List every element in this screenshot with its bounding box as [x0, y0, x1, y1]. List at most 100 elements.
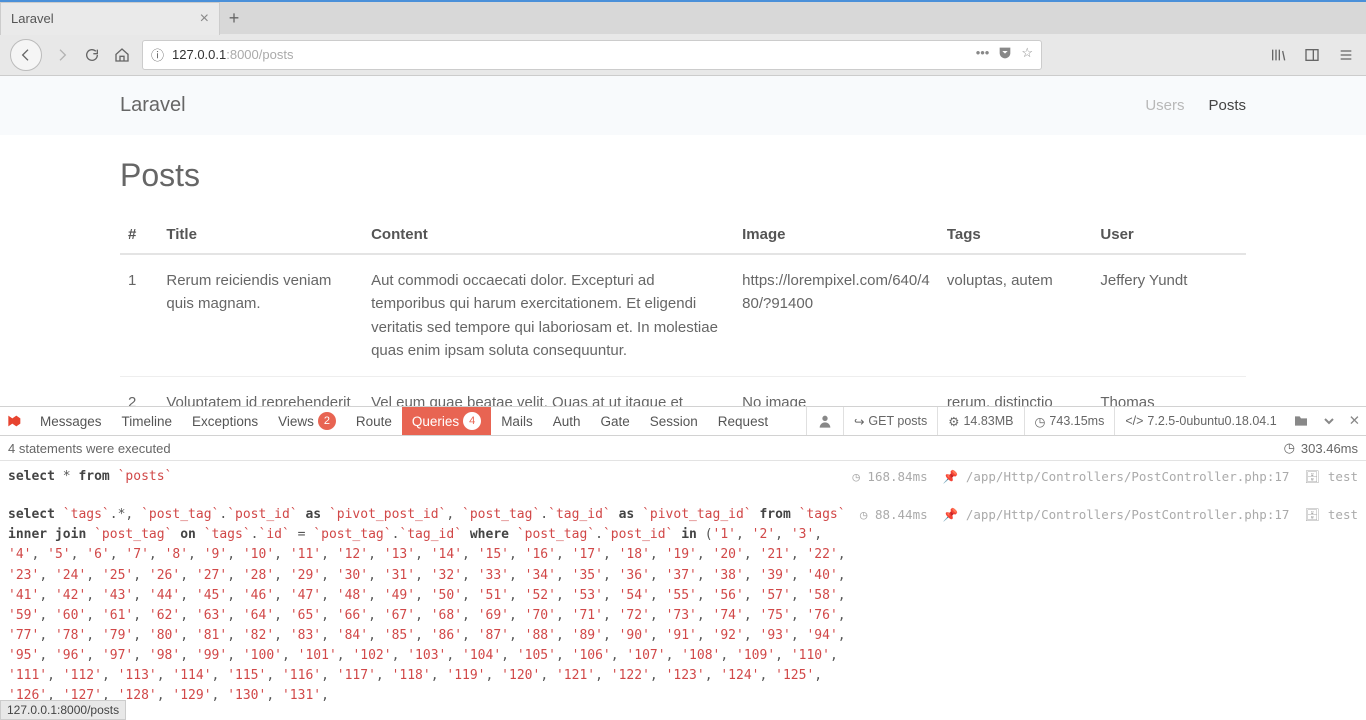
tab-title: Laravel: [11, 11, 54, 26]
tab-bar: Laravel × +: [0, 0, 1366, 34]
forward-button[interactable]: [52, 45, 72, 65]
queries-summary: 4 statements were executed: [8, 441, 171, 456]
query-sql: select `tags`.*, `post_tag`.`post_id` as…: [8, 505, 852, 706]
metric-memory-value: 14.83MB: [963, 414, 1013, 428]
views-badge: 2: [318, 412, 336, 430]
table-row: 1 Rerum reiciendis veniam quis magnam. A…: [120, 254, 1246, 377]
tab-mails[interactable]: Mails: [491, 407, 543, 435]
debugbar-subheader: 4 statements were executed ◷ 303.46ms: [0, 436, 1366, 461]
tab-views[interactable]: Views 2: [268, 407, 346, 435]
site-nav: Laravel Users Posts: [0, 76, 1366, 135]
tab-queries[interactable]: Queries 4: [402, 407, 491, 435]
th-image: Image: [734, 216, 939, 254]
metric-user[interactable]: [806, 407, 843, 435]
pocket-icon[interactable]: [997, 45, 1013, 64]
clock-icon: ◷: [1035, 414, 1046, 429]
cell-id: 1: [120, 254, 158, 377]
menu-icon[interactable]: [1336, 45, 1356, 65]
th-content: Content: [363, 216, 734, 254]
debugbar-tabs: Messages Timeline Exceptions Views 2 Rou…: [0, 406, 1366, 436]
queries-total-time: 303.46ms: [1301, 441, 1358, 456]
home-icon: [114, 47, 130, 63]
metric-php-value: 7.2.5-0ubuntu0.18.04.1: [1147, 414, 1276, 428]
metric-time: ◷743.15ms: [1024, 407, 1115, 435]
tab-messages[interactable]: Messages: [30, 407, 112, 435]
cell-image: https://lorempixel.com/640/480/?91400: [734, 254, 939, 377]
cell-tags: voluptas, autem: [939, 254, 1093, 377]
tab-exceptions[interactable]: Exceptions: [182, 407, 268, 435]
q2-time: 88.44ms: [875, 507, 928, 522]
database-icon: 🗄: [1304, 507, 1320, 522]
posts-table: # Title Content Image Tags User 1 Rerum …: [120, 216, 1246, 429]
share-icon: ↪: [854, 414, 864, 429]
th-title: Title: [158, 216, 363, 254]
nav-link-users[interactable]: Users: [1145, 97, 1184, 114]
metric-route-value: GET posts: [868, 414, 927, 428]
cell-title: Rerum reiciendis veniam quis magnam.: [158, 254, 363, 377]
tab-views-label: Views: [278, 414, 314, 429]
back-button[interactable]: [10, 39, 42, 71]
browser-tab[interactable]: Laravel ×: [0, 2, 220, 35]
queries-badge: 4: [463, 412, 481, 430]
new-tab-button[interactable]: +: [220, 8, 248, 29]
library-icon[interactable]: [1268, 45, 1288, 65]
cell-user: Jeffery Yundt: [1092, 254, 1246, 377]
info-icon: ⓘ: [151, 45, 164, 64]
tab-request[interactable]: Request: [708, 407, 778, 435]
page: Laravel Users Posts Posts # Title Conten…: [0, 76, 1366, 459]
database-icon: 🗄: [1304, 469, 1320, 484]
sidebar-icon[interactable]: [1302, 45, 1322, 65]
query-sql: select * from `posts`: [8, 467, 844, 487]
status-bar: 127.0.0.1:8000/posts: [0, 700, 126, 720]
home-button[interactable]: [112, 45, 132, 65]
url-host: 127.0.0.1: [172, 47, 226, 62]
query-item: select `tags`.*, `post_tag`.`post_id` as…: [8, 505, 1358, 706]
debugbar-logo-icon[interactable]: [0, 407, 30, 435]
metric-route[interactable]: ↪ GET posts: [843, 407, 937, 435]
url-bar[interactable]: ⓘ 127.0.0.1:8000/posts ••• ☆: [142, 40, 1042, 70]
tab-route[interactable]: Route: [346, 407, 402, 435]
code-icon: </>: [1125, 414, 1143, 428]
metric-php: </> 7.2.5-0ubuntu0.18.04.1: [1114, 407, 1286, 435]
reload-button[interactable]: [82, 45, 102, 65]
clock-icon: ◷: [852, 469, 860, 484]
user-icon: [817, 413, 833, 429]
th-tags: Tags: [939, 216, 1093, 254]
clock-icon: ◷: [1284, 440, 1295, 456]
th-user: User: [1092, 216, 1246, 254]
cell-content: Aut commodi occaecati dolor. Excepturi a…: [363, 254, 734, 377]
brand[interactable]: Laravel: [120, 94, 186, 117]
browser-chrome: Laravel × + ⓘ 127.0.0.1:8000/posts ••• ☆: [0, 0, 1366, 76]
chevron-down-icon[interactable]: [1315, 407, 1343, 435]
more-icon[interactable]: •••: [976, 45, 990, 64]
th-id: #: [120, 216, 158, 254]
folder-icon[interactable]: [1287, 407, 1315, 435]
nav-link-posts[interactable]: Posts: [1208, 97, 1246, 114]
nav-toolbar: ⓘ 127.0.0.1:8000/posts ••• ☆: [0, 34, 1366, 76]
q1-file: /app/Http/Controllers/PostController.php…: [966, 469, 1290, 484]
pin-icon: 📌: [943, 507, 959, 522]
bookmark-icon[interactable]: ☆: [1021, 45, 1033, 64]
tab-auth[interactable]: Auth: [543, 407, 591, 435]
url-path: :8000/posts: [226, 47, 293, 62]
page-title: Posts: [120, 157, 1246, 194]
metric-memory: ⚙ 14.83MB: [937, 407, 1023, 435]
close-icon[interactable]: ✕: [1343, 407, 1366, 435]
query-item: select * from `posts` ◷ 168.84ms 📌 /app/…: [8, 467, 1358, 487]
q1-time: 168.84ms: [867, 469, 927, 484]
q1-conn: test: [1328, 469, 1358, 484]
q2-conn: test: [1328, 507, 1358, 522]
close-icon[interactable]: ×: [200, 10, 209, 28]
debugbar-body: select * from `posts` ◷ 168.84ms 📌 /app/…: [0, 461, 1366, 720]
arrow-left-icon: [18, 47, 34, 63]
tab-session[interactable]: Session: [640, 407, 708, 435]
q2-file: /app/Http/Controllers/PostController.php…: [966, 507, 1290, 522]
metric-time-value: 743.15ms: [1049, 414, 1104, 428]
tab-gate[interactable]: Gate: [590, 407, 639, 435]
tab-timeline[interactable]: Timeline: [112, 407, 183, 435]
chip-icon: ⚙: [948, 414, 959, 429]
tab-queries-label: Queries: [412, 414, 459, 429]
clock-icon: ◷: [860, 507, 868, 522]
pin-icon: 📌: [943, 469, 959, 484]
arrow-right-icon: [54, 47, 70, 63]
